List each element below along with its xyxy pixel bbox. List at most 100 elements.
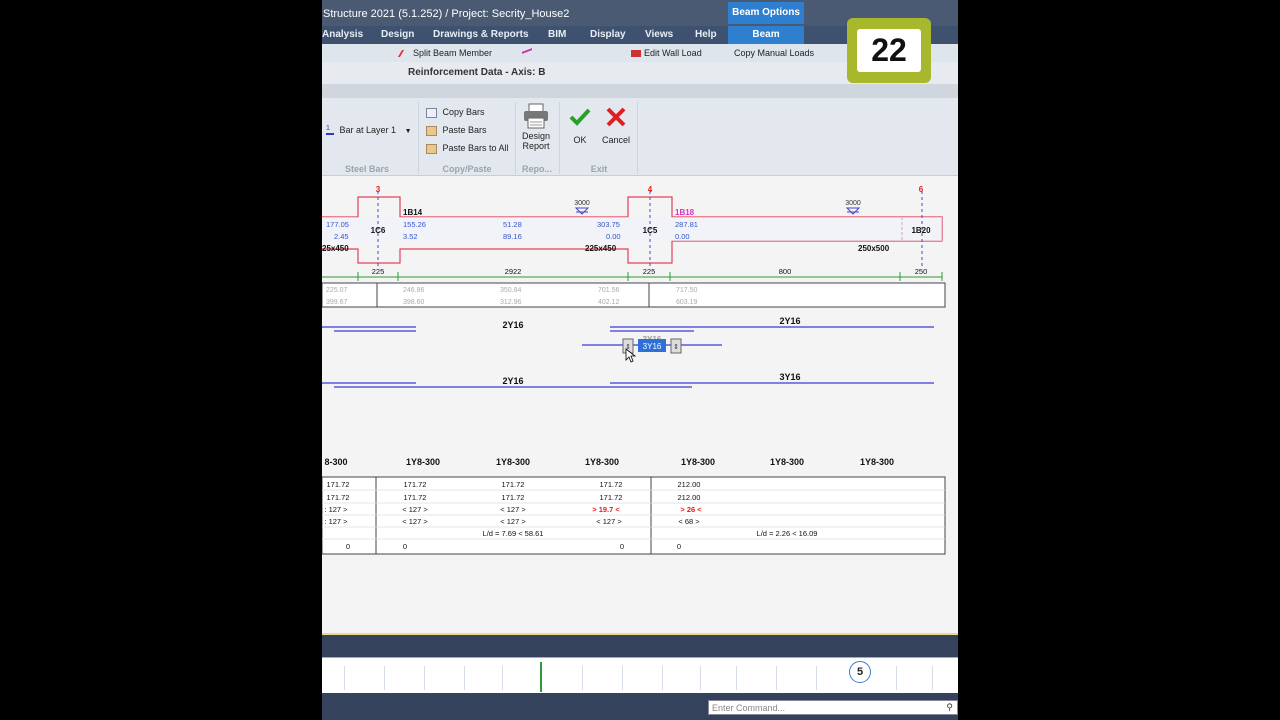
menu-analysis[interactable]: Analysis: [322, 29, 363, 40]
paste-all-icon: [426, 143, 437, 154]
bar-edit-input-value[interactable]: 3Y16: [643, 342, 662, 351]
steel-area-value: 398.60: [403, 299, 425, 306]
bar-edit-spinner[interactable]: ⇕ 3Y16 ⇕: [622, 338, 682, 354]
paste-bars-button[interactable]: Paste Bars: [426, 125, 487, 136]
close-icon: [606, 107, 626, 127]
shear-value: 171.72: [404, 493, 427, 502]
bar-layer-dropdown[interactable]: 1 Bar at Layer 1 ▼: [326, 125, 412, 136]
load-symbol: 3000: [574, 200, 590, 215]
deflection-value: L/d = 2.26 < 16.09: [757, 529, 818, 538]
timeline-current-marker[interactable]: [540, 662, 542, 692]
beam-label: 1B14: [403, 208, 423, 217]
ok-button[interactable]: OK: [566, 107, 594, 145]
bottom-bars[interactable]: [322, 382, 934, 388]
check-value: < 127 >: [402, 505, 428, 514]
menu-help[interactable]: Help: [695, 29, 717, 40]
reinforcement-drawing[interactable]: 3 4 6 1C6 1C5 1B20 1B14 1B18 3000 3000 1…: [322, 177, 958, 635]
group-label-copy-paste: Copy/Paste: [442, 164, 492, 174]
stirrup-label[interactable]: 8-300: [324, 457, 347, 467]
spinner-arrows-icon: ⇕: [673, 343, 679, 351]
moment-value: 177.05: [326, 220, 349, 229]
column-name: 1B20: [911, 226, 931, 235]
shear-table: 171.72 171.72 171.72 171.72 212.00 171.7…: [322, 476, 946, 555]
timeline-tick: [736, 666, 737, 690]
design-report-label-1: Design: [521, 131, 550, 141]
timeline-strip[interactable]: 5: [322, 657, 958, 693]
steel-area-value: 312.96: [500, 299, 522, 306]
check-icon: [569, 108, 591, 126]
split-icon: [397, 50, 413, 58]
stirrup-label[interactable]: 1Y8-300: [585, 457, 619, 467]
load-value: 3000: [574, 200, 590, 207]
steel-area-value: 350.84: [500, 287, 522, 294]
dialog-ribbon: 1 Bar at Layer 1 ▼ Steel Bars Copy Bars …: [322, 98, 958, 176]
design-report-button[interactable]: Design Report: [518, 103, 554, 151]
timeline-tick: [776, 666, 777, 690]
steel-area-table: 225.07 246.86 350.84 701.56 717.50 399.6…: [322, 282, 946, 308]
top-bars[interactable]: [322, 326, 934, 332]
stirrup-label[interactable]: 1Y8-300: [406, 457, 440, 467]
group-separator: [637, 102, 638, 174]
group-separator: [559, 102, 560, 174]
edit-wall-load-button[interactable]: Edit Wall Load: [631, 48, 702, 58]
menu-design[interactable]: Design: [381, 29, 414, 40]
copy-icon: [426, 107, 437, 118]
moment-value: 3.52: [403, 232, 418, 241]
command-input[interactable]: Enter Command... ⚲: [708, 700, 958, 715]
check-value: < 127 >: [500, 517, 526, 526]
column-number: 6: [919, 185, 924, 194]
edit-wall-load-label: Edit Wall Load: [644, 48, 702, 58]
column-name: 1C6: [371, 226, 386, 235]
dialog-title: Reinforcement Data - Axis: B: [408, 67, 546, 78]
paste-icon: [426, 125, 437, 136]
copy-manual-loads-label: Copy Manual Loads: [734, 48, 815, 58]
app-window: Structure 2021 (5.1.252) / Project: Secr…: [322, 0, 958, 720]
steel-area-value: 246.86: [403, 287, 425, 294]
moment-value: 2.45: [334, 232, 349, 241]
copy-bars-button[interactable]: Copy Bars: [426, 107, 485, 118]
search-icon[interactable]: ⚲: [946, 702, 953, 713]
cancel-button[interactable]: Cancel: [600, 107, 632, 145]
steel-area-value: 717.50: [676, 287, 698, 294]
copy-manual-loads-button[interactable]: Copy Manual Loads: [734, 48, 814, 58]
check-value: : 127 >: [324, 505, 348, 514]
timeline-tick: [502, 666, 503, 690]
load-symbol: 3000: [845, 200, 861, 215]
beam-options-tab[interactable]: Beam Options: [728, 2, 804, 24]
menu-beam[interactable]: Beam: [728, 26, 804, 44]
timeline-tick: [582, 666, 583, 690]
printer-icon: [524, 103, 548, 129]
layer-icon: 1: [326, 125, 334, 136]
menu-drawings-reports[interactable]: Drawings & Reports: [433, 29, 529, 40]
steel-area-value: 225.07: [326, 287, 348, 294]
dimension-values: 225 2922 225 800 250: [372, 267, 928, 276]
deflection-value: L/d = 7.69 < 58.61: [483, 529, 544, 538]
timeline-tick: [816, 666, 817, 690]
steel-area-value: 701.56: [598, 287, 620, 294]
top-bar-label[interactable]: 2Y16: [502, 320, 523, 330]
paste-bars-to-all-label: Paste Bars to All: [442, 143, 509, 153]
menu-display[interactable]: Display: [590, 29, 626, 40]
stirrup-label[interactable]: 1Y8-300: [770, 457, 804, 467]
group-separator: [418, 102, 419, 174]
column-name: 1C5: [643, 226, 658, 235]
dimension-value: 225: [643, 267, 656, 276]
menu-bim[interactable]: BIM: [548, 29, 566, 40]
shear-value: 171.72: [327, 480, 350, 489]
check-value: < 68 >: [678, 517, 700, 526]
steel-area-value: 399.67: [326, 299, 348, 306]
paste-bars-to-all-button[interactable]: Paste Bars to All: [426, 143, 509, 154]
split-beam-button[interactable]: Split Beam Member: [397, 48, 492, 58]
stirrup-label[interactable]: 1Y8-300: [860, 457, 894, 467]
menu-views[interactable]: Views: [645, 29, 673, 40]
timeline-marker-badge[interactable]: 5: [849, 661, 871, 683]
timeline-tick: [424, 666, 425, 690]
top-bar-label[interactable]: 2Y16: [779, 316, 800, 326]
stirrup-label[interactable]: 1Y8-300: [496, 457, 530, 467]
bottom-bar-label[interactable]: 3Y16: [779, 372, 800, 382]
dimension-value: 2922: [505, 267, 522, 276]
bottom-bar-label[interactable]: 2Y16: [502, 376, 523, 386]
timeline-tick: [896, 666, 897, 690]
stirrup-label[interactable]: 1Y8-300: [681, 457, 715, 467]
timeline-tick: [662, 666, 663, 690]
